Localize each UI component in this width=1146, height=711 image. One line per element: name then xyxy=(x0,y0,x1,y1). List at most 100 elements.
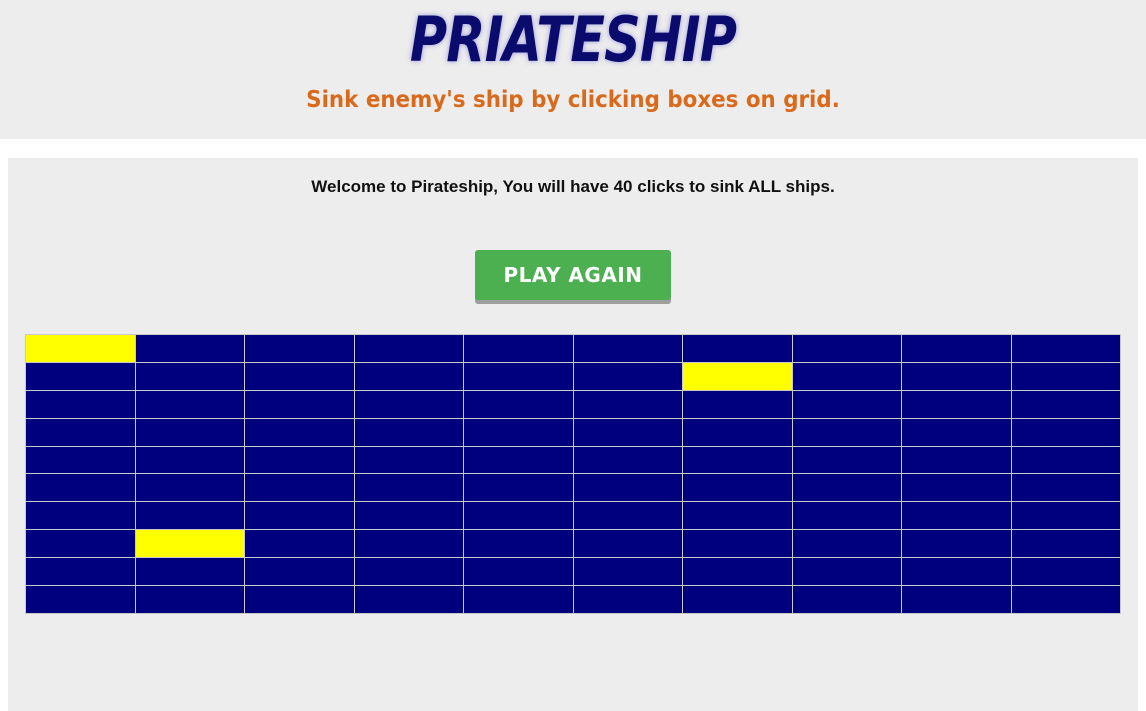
grid-cell[interactable] xyxy=(464,530,574,559)
grid-cell[interactable] xyxy=(354,446,464,475)
grid-cell[interactable] xyxy=(245,530,355,559)
grid-cell[interactable] xyxy=(1011,446,1121,475)
grid-cell[interactable] xyxy=(26,502,136,531)
grid-cell[interactable] xyxy=(902,474,1012,503)
grid-cell[interactable] xyxy=(902,390,1012,419)
grid-cell[interactable] xyxy=(902,530,1012,559)
grid-cell[interactable] xyxy=(464,586,574,614)
grid-cell[interactable] xyxy=(902,362,1012,391)
grid-cell[interactable] xyxy=(464,390,574,419)
grid-cell[interactable] xyxy=(573,418,683,447)
grid-cell[interactable] xyxy=(354,418,464,447)
grid-cell[interactable] xyxy=(792,446,902,475)
grid-cell[interactable] xyxy=(245,502,355,531)
grid-cell[interactable] xyxy=(464,446,574,475)
grid-cell[interactable] xyxy=(902,418,1012,447)
grid-cell[interactable] xyxy=(135,446,245,475)
grid-cell[interactable] xyxy=(135,586,245,614)
grid-cell[interactable] xyxy=(245,586,355,614)
grid-cell[interactable] xyxy=(26,586,136,614)
grid-cell[interactable] xyxy=(245,446,355,475)
grid-cell[interactable] xyxy=(26,474,136,503)
grid-cell[interactable] xyxy=(683,586,793,614)
grid-cell[interactable] xyxy=(573,558,683,587)
grid-cell[interactable] xyxy=(792,502,902,531)
grid-cell[interactable] xyxy=(573,362,683,391)
grid-cell[interactable] xyxy=(464,418,574,447)
grid-cell[interactable] xyxy=(354,558,464,587)
grid-cell[interactable] xyxy=(354,502,464,531)
grid-cell[interactable] xyxy=(245,558,355,587)
grid-cell[interactable] xyxy=(26,446,136,475)
grid-cell[interactable] xyxy=(683,335,793,363)
grid-cell[interactable] xyxy=(573,335,683,363)
grid-cell[interactable] xyxy=(26,558,136,587)
grid-cell[interactable] xyxy=(354,474,464,503)
grid-cell[interactable] xyxy=(573,502,683,531)
grid-cell[interactable] xyxy=(354,390,464,419)
grid-cell[interactable] xyxy=(683,530,793,559)
grid-cell[interactable] xyxy=(792,418,902,447)
grid-cell[interactable] xyxy=(902,446,1012,475)
grid-cell[interactable] xyxy=(1011,558,1121,587)
grid-cell[interactable] xyxy=(354,586,464,614)
grid-cell[interactable] xyxy=(1011,418,1121,447)
grid-cell[interactable] xyxy=(245,474,355,503)
grid-cell[interactable] xyxy=(26,418,136,447)
grid-cell[interactable] xyxy=(683,446,793,475)
grid-cell[interactable] xyxy=(792,362,902,391)
grid-cell[interactable] xyxy=(1011,474,1121,503)
grid-cell[interactable] xyxy=(135,418,245,447)
grid-cell[interactable] xyxy=(135,335,245,363)
grid-cell[interactable] xyxy=(354,335,464,363)
grid-cell-hit[interactable] xyxy=(683,362,793,391)
grid-cell[interactable] xyxy=(573,530,683,559)
grid-cell[interactable] xyxy=(245,390,355,419)
grid-cell[interactable] xyxy=(573,446,683,475)
grid-cell[interactable] xyxy=(245,362,355,391)
grid-cell[interactable] xyxy=(464,502,574,531)
grid-cell[interactable] xyxy=(354,362,464,391)
grid-cell[interactable] xyxy=(792,335,902,363)
grid-cell[interactable] xyxy=(792,474,902,503)
grid-cell[interactable] xyxy=(464,558,574,587)
grid-cell[interactable] xyxy=(1011,362,1121,391)
grid-cell[interactable] xyxy=(135,474,245,503)
grid-cell[interactable] xyxy=(792,586,902,614)
grid-cell[interactable] xyxy=(573,586,683,614)
grid-cell-hit[interactable] xyxy=(26,335,136,363)
grid-cell[interactable] xyxy=(683,390,793,419)
grid-cell[interactable] xyxy=(26,390,136,419)
grid-cell[interactable] xyxy=(1011,335,1121,363)
grid-cell[interactable] xyxy=(1011,390,1121,419)
grid-cell[interactable] xyxy=(1011,586,1121,614)
grid-cell[interactable] xyxy=(902,586,1012,614)
grid-cell[interactable] xyxy=(792,390,902,419)
grid-cell[interactable] xyxy=(1011,530,1121,559)
grid-cell[interactable] xyxy=(135,558,245,587)
grid-cell-hit[interactable] xyxy=(135,530,245,559)
grid-cell[interactable] xyxy=(464,335,574,363)
grid-cell[interactable] xyxy=(464,362,574,391)
grid-cell[interactable] xyxy=(135,362,245,391)
grid-cell[interactable] xyxy=(902,502,1012,531)
grid-cell[interactable] xyxy=(792,530,902,559)
grid-cell[interactable] xyxy=(902,558,1012,587)
grid-cell[interactable] xyxy=(245,418,355,447)
grid-cell[interactable] xyxy=(135,502,245,531)
grid-cell[interactable] xyxy=(1011,502,1121,531)
play-again-button[interactable]: PLAY AGAIN xyxy=(475,250,671,300)
grid-cell[interactable] xyxy=(573,474,683,503)
grid-cell[interactable] xyxy=(792,558,902,587)
grid-cell[interactable] xyxy=(26,362,136,391)
grid-cell[interactable] xyxy=(683,558,793,587)
grid-cell[interactable] xyxy=(354,530,464,559)
grid-cell[interactable] xyxy=(464,474,574,503)
grid-cell[interactable] xyxy=(573,390,683,419)
grid-cell[interactable] xyxy=(26,530,136,559)
grid-cell[interactable] xyxy=(902,335,1012,363)
grid-cell[interactable] xyxy=(683,502,793,531)
grid-cell[interactable] xyxy=(135,390,245,419)
grid-cell[interactable] xyxy=(683,474,793,503)
grid-cell[interactable] xyxy=(245,335,355,363)
